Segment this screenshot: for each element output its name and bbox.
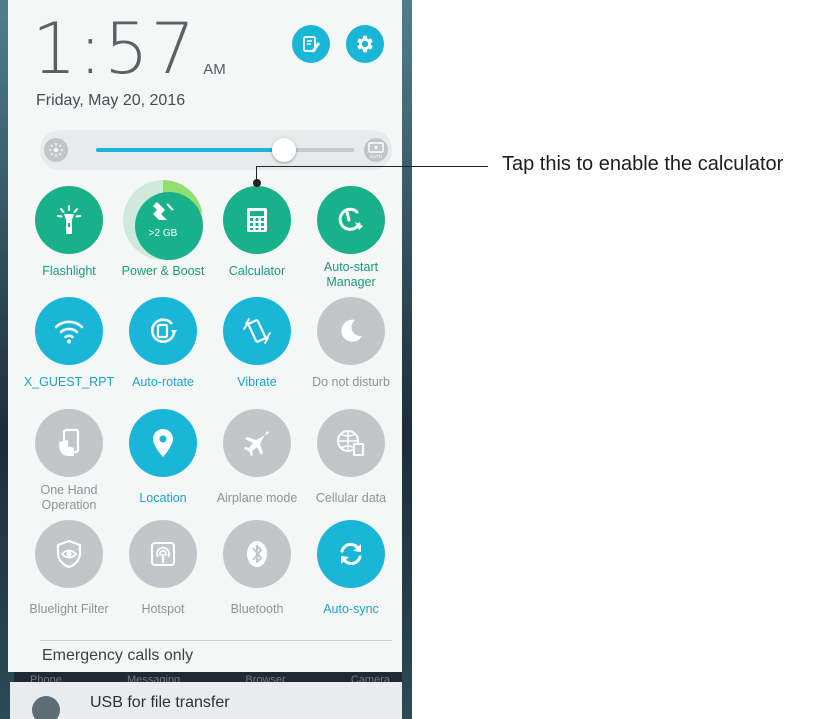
date: Friday, May 20, 2016: [36, 92, 186, 109]
tile-label: Calculator: [228, 264, 286, 278]
location-icon: [153, 429, 173, 457]
memory-freed: >2 GB: [149, 228, 178, 239]
bluetooth-icon: [247, 541, 267, 567]
sync-icon: [340, 542, 362, 566]
tile-label: Hotspot: [141, 602, 185, 616]
tile-vibrate[interactable]: Vibrate: [208, 297, 306, 390]
clock-ampm: AM: [203, 61, 226, 78]
tile-calculator[interactable]: Calculator: [208, 186, 306, 279]
tile-flashlight[interactable]: Flashlight: [20, 186, 118, 279]
auto-sync-toggle[interactable]: [317, 520, 385, 588]
auto-start-toggle[interactable]: [317, 186, 385, 254]
airplane-icon: [244, 431, 269, 456]
brightness-low-icon: [44, 138, 68, 162]
notification-title: USB for file transfer: [90, 694, 230, 711]
hotspot-icon: [151, 542, 175, 566]
brightness-thumb[interactable]: [272, 138, 297, 162]
auto-brightness-toggle[interactable]: AUTO: [364, 138, 388, 162]
bluetooth-toggle[interactable]: [223, 520, 291, 588]
bluelight-filter-toggle[interactable]: [35, 520, 103, 588]
flashlight-icon: [57, 205, 81, 234]
tile-label: Auto-start Manager: [323, 260, 379, 289]
tile-label: Power & Boost: [121, 264, 205, 278]
flashlight-toggle[interactable]: [35, 186, 103, 254]
settings-button[interactable]: [346, 25, 384, 63]
auto-brightness-icon: AUTO: [368, 142, 384, 159]
android-icon: [32, 696, 60, 719]
edit-icon: [303, 36, 320, 53]
tile-auto-start-manager[interactable]: Auto-start Manager: [302, 186, 400, 290]
tile-label: Bluetooth: [230, 602, 284, 616]
divider: [40, 640, 392, 641]
callout-line-horizontal: [256, 166, 488, 168]
one-hand-icon: [59, 428, 80, 456]
tile-airplane-mode[interactable]: Airplane mode: [208, 409, 306, 506]
power-boost-toggle[interactable]: >2 GB: [123, 180, 203, 260]
tile-label: Do not disturb: [312, 375, 390, 389]
tile-label: X_GUEST_RPT: [23, 375, 115, 389]
cellular-data-toggle[interactable]: [317, 409, 385, 477]
clock-time: 1:57: [32, 8, 198, 90]
brightness-slider[interactable]: [96, 148, 354, 152]
tile-auto-rotate[interactable]: Auto-rotate: [114, 297, 212, 390]
usb-notification[interactable]: USB for file transfer: [10, 682, 402, 719]
calculator-toggle[interactable]: [223, 186, 291, 254]
tile-label: Auto-rotate: [132, 375, 194, 389]
wifi-toggle[interactable]: [35, 297, 103, 365]
auto-label: AUTO: [370, 154, 383, 159]
wifi-icon: [54, 320, 84, 344]
tile-label: Cellular data: [315, 491, 387, 505]
tile-wifi[interactable]: X_GUEST_RPT: [20, 297, 118, 390]
network-status: Emergency calls only: [42, 647, 194, 664]
vibrate-toggle[interactable]: [223, 297, 291, 365]
tile-do-not-disturb[interactable]: Do not disturb: [302, 297, 400, 390]
do-not-disturb-toggle[interactable]: [317, 297, 385, 365]
tile-auto-sync[interactable]: Auto-sync: [302, 520, 400, 617]
tile-power-boost[interactable]: >2 GB Power & Boost: [114, 180, 212, 279]
tile-location[interactable]: Location: [114, 409, 212, 506]
airplane-mode-toggle[interactable]: [223, 409, 291, 477]
brightness-bar: AUTO: [40, 130, 392, 170]
calculator-icon: [247, 208, 267, 232]
cellular-data-icon: [337, 430, 364, 456]
tile-label: Airplane mode: [216, 491, 298, 505]
auto-rotate-icon: [150, 318, 177, 343]
location-toggle[interactable]: [129, 409, 197, 477]
tile-label: Location: [139, 491, 187, 505]
brightness-fill: [96, 148, 285, 152]
tile-hotspot[interactable]: Hotspot: [114, 520, 212, 617]
wallpaper-edge-right: [402, 0, 412, 719]
quick-settings-panel: 1:57 AM Friday, May 20, 2016 AUTO Flashl…: [8, 0, 402, 672]
callout-text: Tap this to enable the calculator: [502, 153, 784, 175]
tile-label: Auto-sync: [323, 602, 379, 616]
phone-screen: 1:57 AM Friday, May 20, 2016 AUTO Flashl…: [0, 0, 412, 719]
tile-bluetooth[interactable]: Bluetooth: [208, 520, 306, 617]
bluelight-filter-icon: [56, 539, 82, 569]
hotspot-toggle[interactable]: [129, 520, 197, 588]
tile-cellular-data[interactable]: Cellular data: [302, 409, 400, 506]
tile-label: Vibrate: [237, 375, 277, 389]
callout-line-vertical: [256, 167, 258, 183]
tile-label: Flashlight: [42, 264, 96, 278]
tile-label: Bluelight Filter: [29, 602, 109, 616]
auto-rotate-toggle[interactable]: [129, 297, 197, 365]
tile-bluelight-filter[interactable]: Bluelight Filter: [20, 520, 118, 617]
gear-icon: [357, 35, 373, 53]
tile-label: One Hand Operation: [40, 483, 98, 512]
one-hand-toggle[interactable]: [35, 409, 103, 477]
edit-quick-settings-button[interactable]: [292, 25, 330, 63]
power-boost-icon: >2 GB: [149, 202, 178, 239]
auto-start-icon: [338, 207, 363, 231]
moon-icon: [341, 319, 362, 342]
tile-one-hand-operation[interactable]: One Hand Operation: [20, 409, 118, 513]
clock: 1:57 AM: [32, 14, 226, 84]
vibrate-icon: [243, 318, 271, 344]
